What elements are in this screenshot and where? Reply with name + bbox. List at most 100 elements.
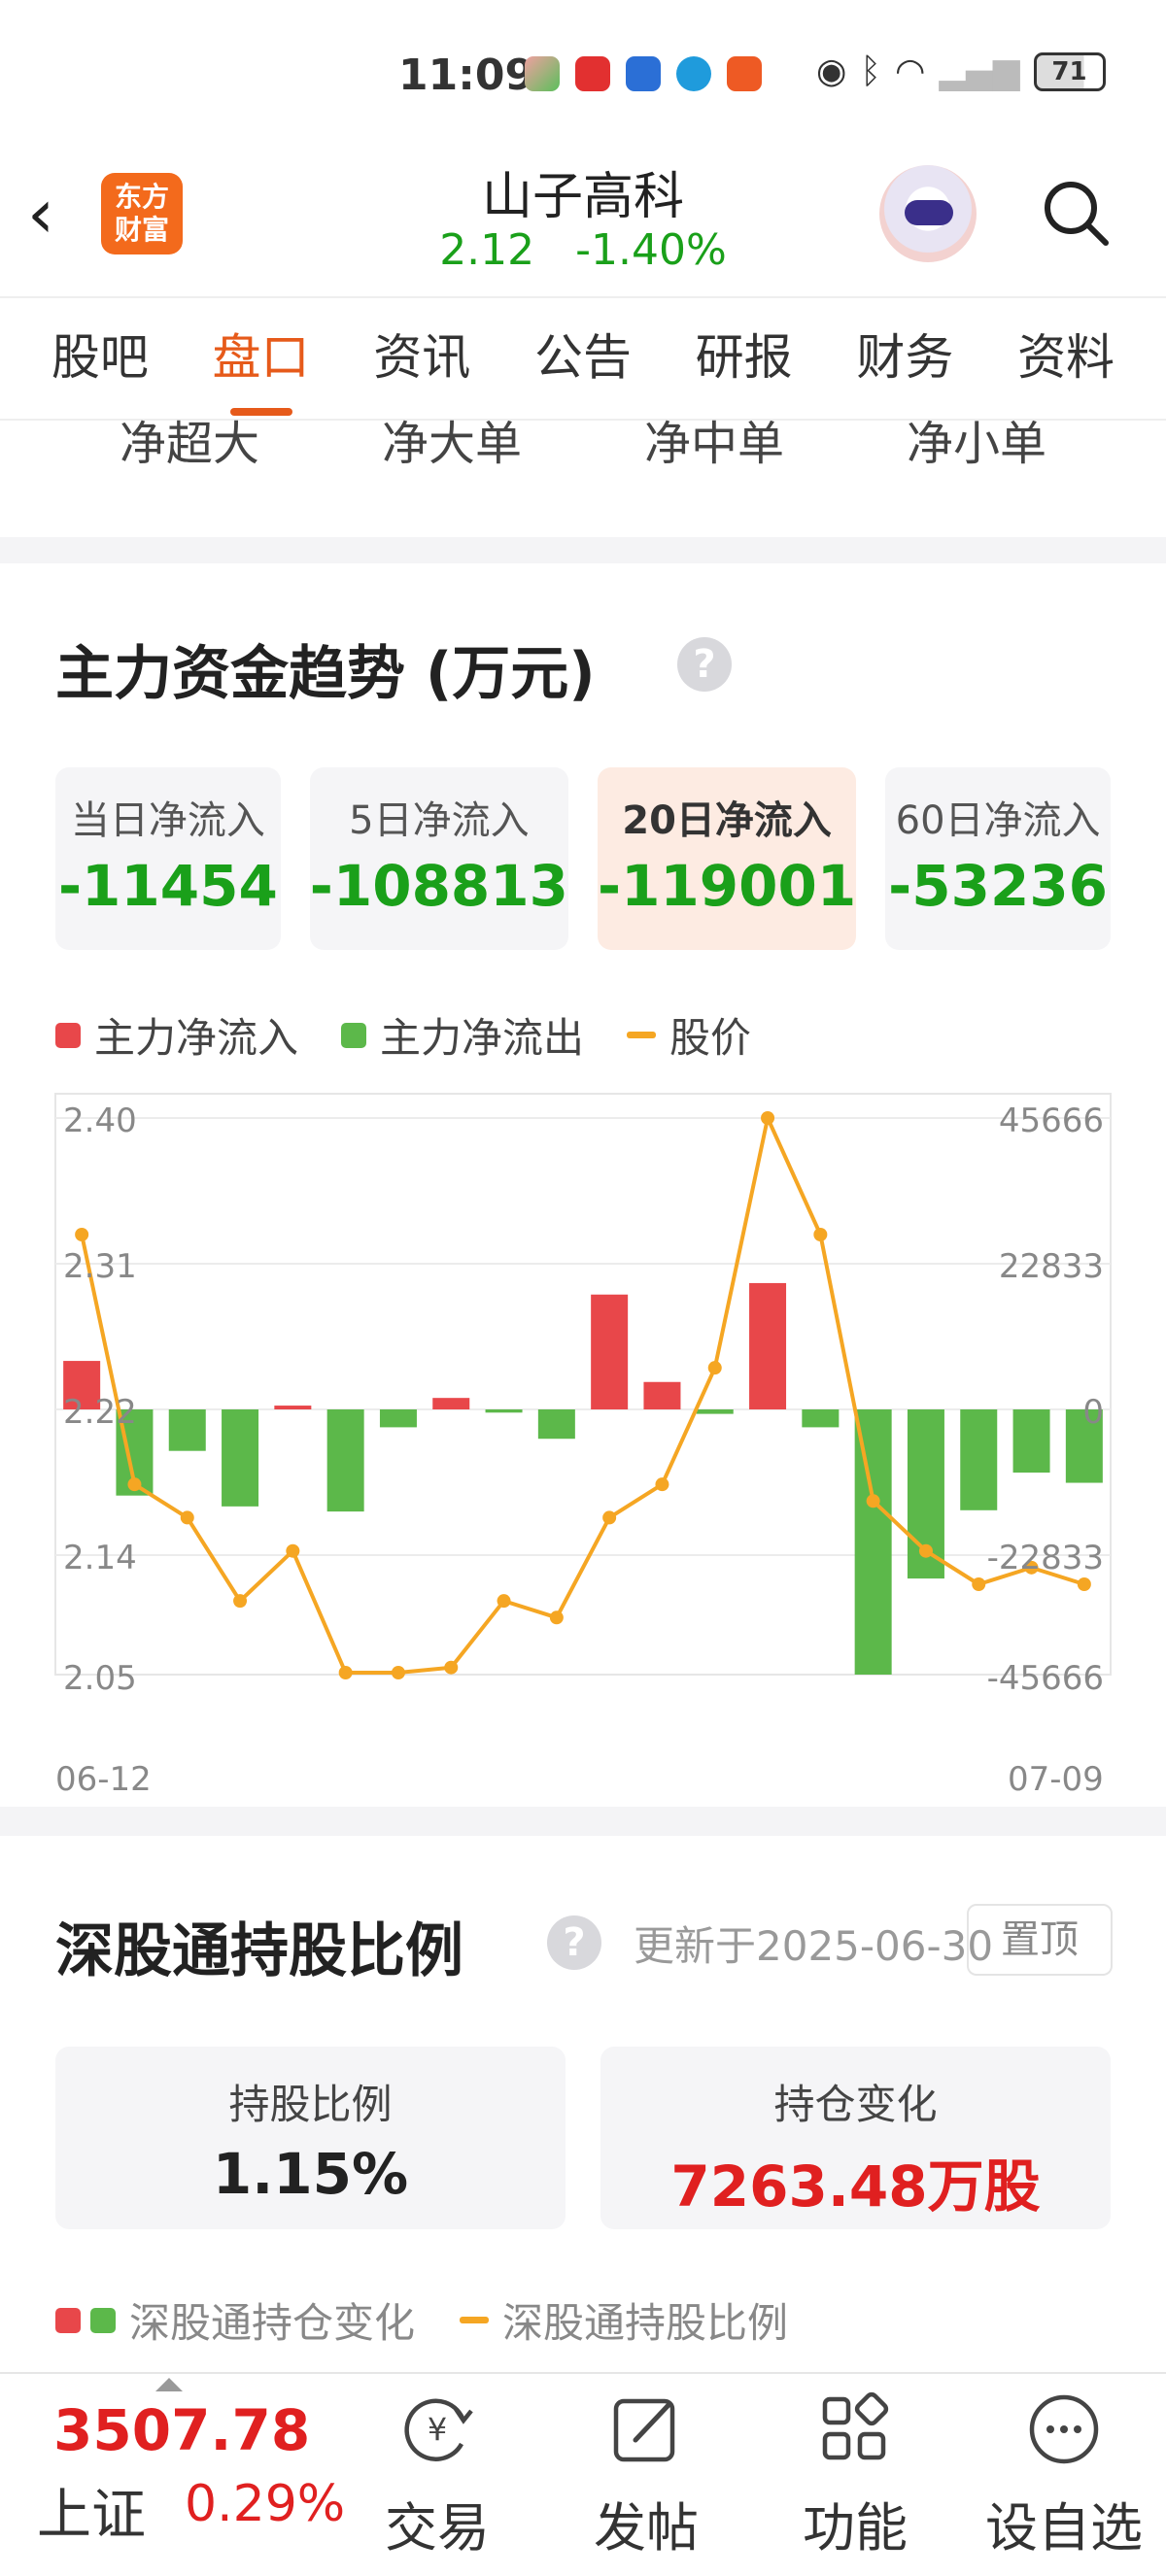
flow-bar	[591, 1294, 629, 1409]
flow-bar	[643, 1381, 681, 1409]
browser-app-icon	[626, 56, 661, 91]
functions-label: 功能	[803, 2497, 908, 2559]
label-large: 净大单	[381, 417, 522, 471]
update-date: 更新于2025-06-30	[634, 1922, 994, 1970]
robot-face	[905, 200, 953, 225]
legend-holding-ratio-label: 深股通持股比例	[502, 2299, 789, 2347]
tab-profile[interactable]: 资料	[1017, 319, 1115, 398]
chart-frame	[54, 1093, 1112, 1676]
help-icon[interactable]: ?	[547, 1915, 601, 1970]
flow-20d[interactable]: 20日净流入 -119001	[598, 767, 857, 950]
trade-button[interactable]: ¥ 交易	[350, 2391, 525, 2561]
trade-label: 交易	[385, 2497, 490, 2559]
sgt-legend: 深股通持仓变化 深股通持股比例	[55, 2290, 788, 2350]
label-small: 净小单	[906, 417, 1046, 471]
search-icon[interactable]	[1042, 179, 1110, 247]
right-tick-label: 22833	[999, 1247, 1104, 1286]
add-watchlist-button[interactable]: 设自选	[977, 2391, 1151, 2561]
hold-ratio-label: 持股比例	[228, 2081, 393, 2128]
stock-title: 山子高科	[481, 168, 684, 226]
wifi-icon: ◠	[895, 51, 926, 91]
price-point	[497, 1594, 511, 1609]
legend-holding-change: 深股通持仓变化	[55, 2290, 415, 2350]
robot-avatar-icon[interactable]	[879, 165, 977, 262]
price-point	[286, 1543, 300, 1558]
eye-icon: ◉	[816, 51, 847, 91]
order-size-labels: 净超大 净大单 净中单 净小单	[0, 417, 1166, 537]
price-point	[233, 1594, 248, 1609]
hold-change-value: 7263.48万股	[670, 2153, 1041, 2220]
flow-bar	[379, 1409, 417, 1428]
tab-guba[interactable]: 股吧	[51, 319, 149, 398]
flow-today[interactable]: 当日净流入 -11454	[55, 767, 281, 950]
fund-trend-card: 主力资金趋势 (万元) ? 当日净流入 -11454 5日净流入 -108813…	[0, 563, 1166, 1807]
flow-bar	[537, 1409, 575, 1440]
tab-pankou[interactable]: 盘口	[213, 319, 310, 416]
tab-news[interactable]: 资讯	[373, 319, 470, 398]
more-dots-icon	[1029, 2394, 1099, 2464]
price-point	[866, 1494, 880, 1508]
flow-bar	[274, 1406, 312, 1409]
x-axis-start-label: 06-12	[55, 1760, 152, 1799]
tab-announcements[interactable]: 公告	[534, 319, 632, 398]
net-flow-tabs: 当日净流入 -11454 5日净流入 -108813 20日净流入 -11900…	[55, 767, 1111, 950]
fund-flow-chart[interactable]: 2.40 2.31 2.22 2.14 2.05 45666 22833 0 -22833 -45…	[0, 1093, 1166, 1753]
yen-refresh-icon: ¥	[404, 2398, 473, 2461]
stock-change: -1.40%	[575, 225, 727, 275]
flow-value: -11454	[57, 853, 278, 919]
flow-5d[interactable]: 5日净流入 -108813	[309, 767, 568, 950]
post-button[interactable]: 发帖	[559, 2391, 734, 2561]
flow-bar	[854, 1409, 892, 1675]
sgt-holding-card: 深股通持股比例 ? 更新于2025-06-30 置顶 持股比例 1.15% 持仓…	[0, 1836, 1166, 2380]
red-square-icon	[55, 1022, 81, 1048]
left-tick-label: 2.14	[63, 1539, 137, 1577]
index-percent: 0.29%	[185, 2475, 346, 2533]
add-watchlist-label: 设自选	[985, 2497, 1143, 2559]
status-indicators: ◉ ᛒ ◠ ▂▄▆ 71	[816, 52, 1106, 91]
svg-text:¥: ¥	[428, 2411, 447, 2448]
caret-up-icon	[155, 2378, 183, 2391]
help-icon[interactable]: ?	[677, 637, 732, 692]
status-time: 11:09	[398, 51, 535, 100]
flow-bar	[696, 1409, 734, 1414]
price-point	[602, 1510, 617, 1525]
hold-ratio-value: 1.15%	[212, 2141, 409, 2207]
flow-label: 5日净流入	[349, 798, 530, 843]
functions-button[interactable]: 功能	[768, 2391, 943, 2561]
tab-research[interactable]: 研报	[696, 319, 793, 398]
stock-quote: 2.12 -1.40%	[0, 225, 1166, 275]
flow-60d[interactable]: 60日净流入 -53236	[885, 767, 1111, 950]
index-value: 3507.78	[53, 2397, 311, 2463]
legend-outflow: 主力净流出	[341, 1005, 584, 1065]
right-tick-label: -22833	[987, 1539, 1104, 1577]
hold-change-box: 持仓变化 7263.48万股	[600, 2047, 1111, 2229]
fund-trend-title: 主力资金趋势 (万元)	[55, 640, 596, 708]
bluetooth-icon: ᛒ	[860, 51, 882, 91]
globe-app-icon	[676, 56, 711, 91]
orange-line-icon	[460, 2317, 490, 2323]
flow-bar	[432, 1398, 470, 1409]
chart-legend: 主力净流入 主力净流出 股价	[55, 1005, 751, 1065]
signal-icon: ▂▄▆	[939, 51, 1020, 91]
price-point	[391, 1666, 405, 1679]
x-axis-end-label: 07-09	[1008, 1760, 1104, 1799]
price-point	[918, 1543, 933, 1558]
price-line	[80, 1116, 1085, 1675]
hold-change-label: 持仓变化	[773, 2081, 938, 2128]
chart-app-icon	[525, 56, 560, 91]
tab-finance[interactable]: 财务	[856, 319, 953, 398]
grid-apps-icon	[822, 2391, 889, 2460]
orange-line-icon	[627, 1032, 657, 1038]
flow-label: 60日净流入	[895, 798, 1101, 843]
left-tick-label: 2.22	[63, 1393, 137, 1432]
sgt-title: 深股通持股比例	[55, 1917, 463, 1985]
pin-top-button[interactable]: 置顶	[967, 1904, 1113, 1976]
hold-ratio-box: 持股比例 1.15%	[55, 2047, 566, 2229]
status-bar: 11:09 ◉ ᛒ ◠ ▂▄▆ 71	[0, 0, 1166, 146]
green-square-icon	[90, 2307, 116, 2333]
flow-label: 20日净流入	[622, 798, 832, 843]
price-point	[127, 1477, 142, 1492]
post-label: 发帖	[594, 2497, 699, 2559]
stock-price: 2.12	[439, 225, 535, 275]
price-point	[338, 1666, 353, 1679]
